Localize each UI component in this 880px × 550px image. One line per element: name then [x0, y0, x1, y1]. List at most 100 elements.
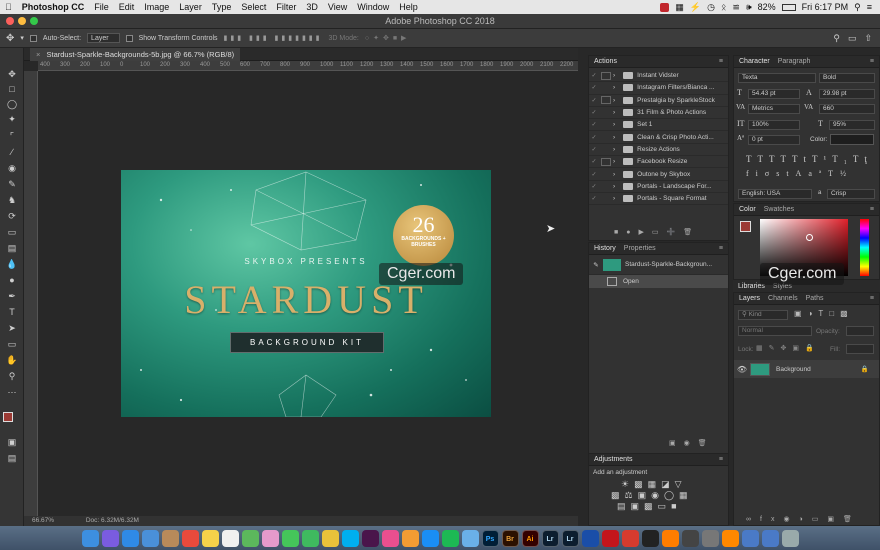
dock-icon-mail[interactable]	[141, 529, 159, 547]
dialog-toggle[interactable]	[601, 96, 611, 105]
type-filter-icon[interactable]: T	[818, 309, 829, 318]
tab-layers[interactable]: Layers	[739, 295, 760, 302]
move-tool-icon[interactable]: ✥	[4, 68, 20, 80]
check-icon[interactable]: ✓	[589, 121, 599, 128]
check-icon[interactable]: ✓	[589, 134, 599, 141]
fraction-button[interactable]: T	[828, 169, 840, 178]
chevron-right-icon[interactable]: ›	[613, 109, 615, 116]
dock-icon-contacts[interactable]	[161, 529, 179, 547]
wifi-icon[interactable]: ≌	[732, 2, 740, 13]
list-item[interactable]: ✓ › Resize Actions	[589, 144, 728, 157]
small-caps-button[interactable]: Tt	[792, 154, 812, 164]
tab-history[interactable]: History	[594, 245, 616, 252]
dock-icon-safari[interactable]	[121, 529, 139, 547]
foreground-color-swatch[interactable]	[3, 412, 13, 422]
clock[interactable]: Fri 6:17 PM	[802, 2, 849, 12]
list-item[interactable]: ✓ › Portals - Landscape For...	[589, 181, 728, 193]
hand-tool-icon[interactable]: ✋	[4, 354, 20, 366]
dialog-toggle[interactable]	[601, 133, 611, 141]
workspace-icon[interactable]: ▭	[848, 33, 857, 44]
tracking-field[interactable]: 660	[819, 104, 875, 114]
dock-icon-slack[interactable]	[361, 529, 379, 547]
dodge-tool-icon[interactable]: ●	[4, 274, 20, 286]
levels-icon[interactable]: ▩	[634, 479, 648, 489]
dock-icon-messages[interactable]	[281, 529, 299, 547]
dock-icon-media[interactable]	[661, 529, 679, 547]
panel-menu-icon[interactable]: ≡	[719, 58, 728, 65]
3d-icons[interactable]: ○✦✥■▶	[365, 34, 411, 42]
dock-icon-app-store[interactable]	[421, 529, 439, 547]
list-item[interactable]: ✓ › Clean & Crisp Photo Acti...	[589, 131, 728, 144]
quick-mask-icon[interactable]: ▣	[4, 436, 20, 448]
battery-icon[interactable]	[781, 3, 796, 11]
close-window-button[interactable]	[6, 17, 14, 25]
check-icon[interactable]: ✓	[589, 195, 599, 202]
dock-icon-notes[interactable]	[201, 529, 219, 547]
stop-icon[interactable]: ■	[614, 229, 626, 236]
text-color-swatch[interactable]	[830, 134, 874, 145]
opacity-field[interactable]	[846, 326, 874, 336]
smart-filter-icon[interactable]: ▩	[840, 309, 854, 318]
bw-icon[interactable]: ▣	[638, 490, 652, 500]
adjust-filter-icon[interactable]: ◑	[808, 309, 819, 318]
auto-select-dropdown[interactable]: Layer	[87, 33, 120, 43]
dock-icon-console[interactable]	[681, 529, 699, 547]
list-item[interactable]: ✓ › Set 1	[589, 119, 728, 132]
chevron-right-icon[interactable]: ›	[613, 183, 615, 190]
gradient-tool-icon[interactable]: ▤	[4, 242, 20, 254]
panel-menu-icon[interactable]: ≡	[870, 58, 879, 65]
eraser-tool-icon[interactable]: ▭	[4, 226, 20, 238]
dock-icon-folder[interactable]	[741, 529, 759, 547]
adjustment-layer-icon[interactable]: ◑	[799, 516, 812, 523]
dock-icon-ps[interactable]: Ps	[481, 529, 499, 547]
brightness-icon[interactable]: ☀	[621, 479, 634, 489]
list-item[interactable]: ✓ › Facebook Resize	[589, 156, 728, 169]
crop-tool-icon[interactable]: ⌜	[4, 130, 20, 142]
dock-icon-spotify[interactable]	[441, 529, 459, 547]
layer-style-icon[interactable]: fx	[760, 516, 783, 523]
menu-select[interactable]: Select	[236, 2, 271, 12]
group-icon[interactable]: ▭	[812, 516, 828, 523]
search-icon[interactable]: ⚲	[833, 33, 840, 44]
new-document-icon[interactable]: ▣	[669, 440, 684, 447]
path-select-icon[interactable]: ➤	[4, 322, 20, 334]
titling-button[interactable]: A	[796, 169, 809, 178]
marquee-tool-icon[interactable]: □	[4, 83, 20, 95]
record-icon[interactable]: ●	[626, 229, 638, 236]
dock-icon-calendar[interactable]	[181, 529, 199, 547]
vertical-scale-field[interactable]: 100%	[748, 120, 800, 130]
menu-window[interactable]: Window	[352, 2, 394, 12]
tab-adjustments[interactable]: Adjustments	[594, 456, 633, 463]
dialog-toggle[interactable]	[601, 71, 611, 80]
chevron-right-icon[interactable]: ›	[613, 84, 615, 91]
volume-icon[interactable]: 🕪	[746, 2, 752, 13]
superscript-button[interactable]: T¹	[812, 154, 832, 164]
underline-button[interactable]: T	[853, 154, 865, 164]
lock-position-icon[interactable]: ✥	[781, 345, 793, 352]
threshold-icon[interactable]: ▩	[644, 501, 658, 511]
color-fg-swatch[interactable]	[740, 221, 751, 232]
layer-kind-filter[interactable]: ⚲ Kind	[738, 310, 788, 320]
bolt-icon[interactable]: ⚡	[690, 2, 701, 13]
new-set-icon[interactable]: ▭	[652, 229, 667, 236]
lock-artboard-icon[interactable]: ▣	[792, 345, 805, 352]
tab-properties[interactable]: Properties	[624, 245, 656, 252]
chevron-right-icon[interactable]: ›	[613, 134, 615, 141]
all-caps-button[interactable]: TT	[769, 154, 792, 164]
dialog-toggle[interactable]	[601, 157, 611, 166]
dock-icon-acrobat[interactable]	[601, 529, 619, 547]
screen-mode-icon[interactable]: ▤	[4, 452, 20, 464]
dock-icon-terminal[interactable]	[641, 529, 659, 547]
trash-icon[interactable]: 🗑	[698, 440, 715, 447]
exposure-icon[interactable]: ◪	[661, 479, 675, 489]
blur-tool-icon[interactable]: 💧	[4, 258, 20, 270]
mask-icon[interactable]: ◉	[783, 516, 798, 523]
history-brush-icon[interactable]: ✎	[589, 261, 603, 269]
vibrance-icon[interactable]: ▽	[675, 479, 687, 489]
dialog-toggle[interactable]	[601, 170, 611, 178]
check-icon[interactable]: ✓	[589, 84, 599, 91]
dock-icon-trash[interactable]	[781, 529, 799, 547]
tab-color[interactable]: Color	[739, 206, 756, 213]
dock-icon-finder[interactable]	[81, 529, 99, 547]
panel-menu-icon[interactable]: ≡	[719, 245, 728, 252]
